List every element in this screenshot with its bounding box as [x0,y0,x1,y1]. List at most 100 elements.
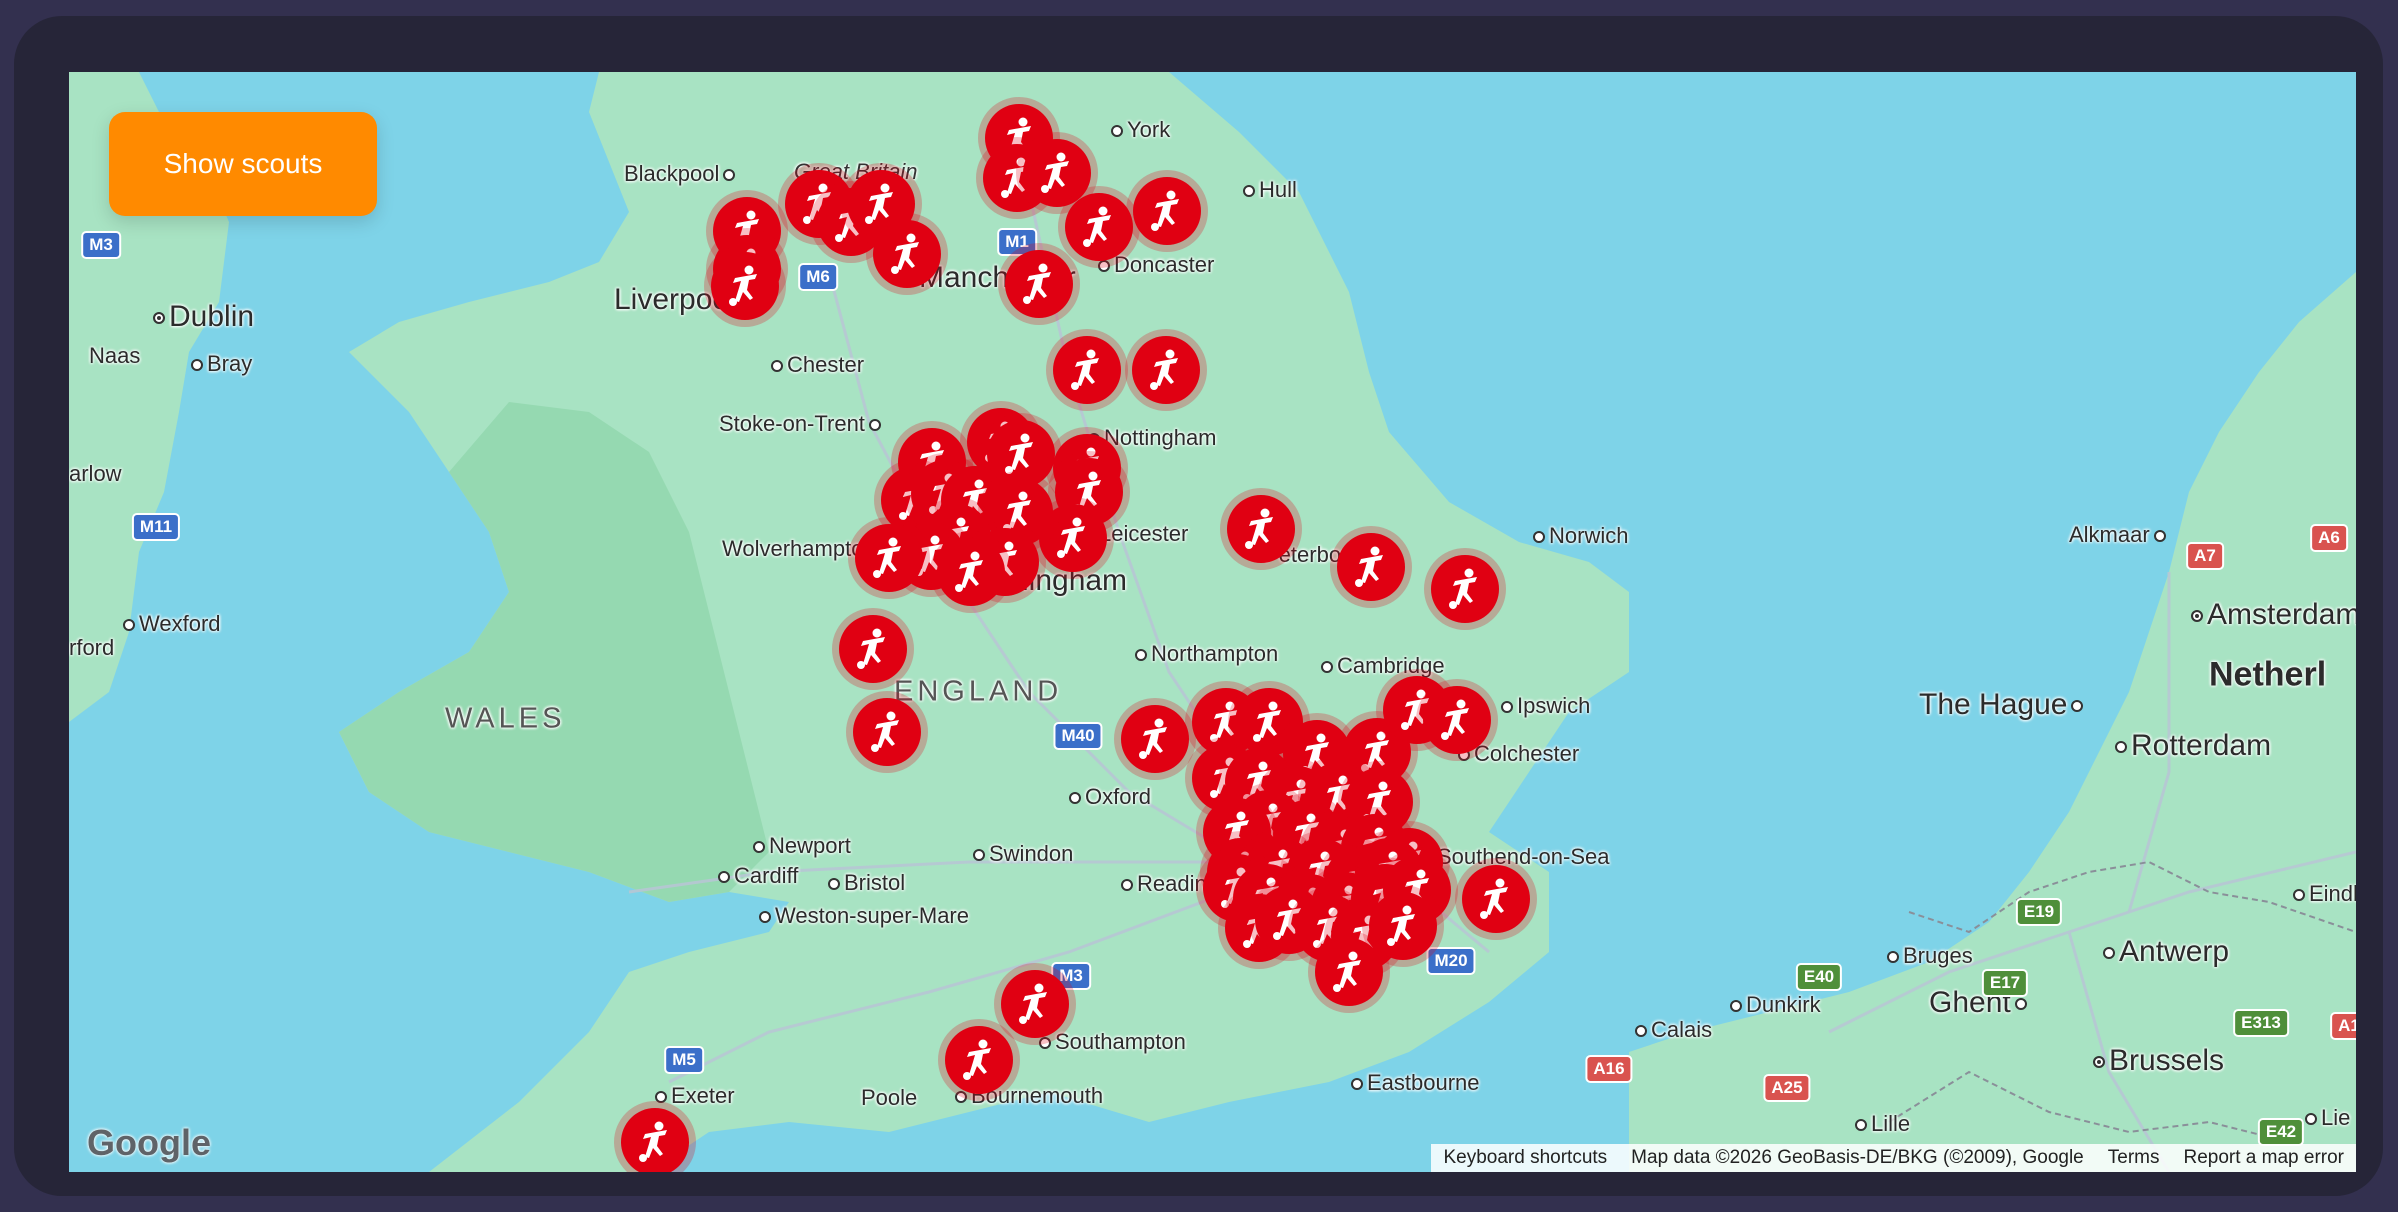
road-shield: E17 [1981,969,2029,997]
football-player-icon [1139,718,1167,759]
place-dot-icon [2153,530,2166,543]
player-marker[interactable] [1431,555,1499,623]
football-player-icon [1245,508,1273,549]
place-dot-icon [2293,889,2305,902]
place-dot-icon [718,871,730,884]
football-player-icon [857,628,885,669]
place-name: Naas [89,343,141,368]
player-marker[interactable] [1005,250,1073,318]
road-shield: A25 [1763,1074,1811,1102]
player-marker[interactable] [945,1026,1013,1094]
place-name: Cardiff [734,863,799,888]
place-dot-icon [771,360,783,373]
player-marker[interactable] [1133,177,1201,245]
place-label: Cambridge [1317,653,1445,679]
google-logo: Google [87,1122,211,1163]
place-label: Northampton [1131,641,1278,667]
player-marker[interactable] [1423,686,1491,754]
place-label: Alkmaar [2069,522,2170,548]
football-player-icon [1071,349,1099,390]
place-name: Ipswich [1517,693,1591,718]
place-name: Nottingham [1104,425,1217,450]
place-label: Blackpool [624,161,739,187]
place-name: rford [69,635,115,660]
place-label: Wexford [119,611,221,637]
road-shield: E19 [2015,898,2063,926]
place-label: Calais [1631,1017,1712,1043]
player-marker[interactable] [1227,495,1295,563]
player-marker[interactable] [1462,865,1530,933]
place-dot-icon [1887,951,1899,964]
place-label: arlow [69,461,122,487]
road-shield: M6 [798,263,838,291]
road-shield: E313 [2233,1009,2289,1037]
place-label: Norwich [1529,523,1628,549]
keyboard-shortcuts-link[interactable]: Keyboard shortcuts [1443,1147,1607,1169]
place-dot-icon [1501,701,1513,714]
place-name: Antwerp [2119,935,2230,968]
road-shield: M11 [131,513,181,541]
place-dot-icon [1321,661,1333,674]
place-name: Cambridge [1337,653,1445,678]
show-scouts-button[interactable]: Show scouts [109,112,377,216]
player-marker[interactable] [1065,193,1133,261]
road-shield: A1 [2330,1012,2356,1040]
place-dot-icon [723,169,736,182]
report-map-error-link[interactable]: Report a map error [2183,1147,2344,1169]
place-name: Blackpool [624,161,720,186]
place-label: Exeter [651,1083,735,1109]
place-name: Bray [207,351,253,376]
place-label: Antwerp [2099,935,2229,969]
player-marker[interactable] [1121,705,1189,773]
place-name: Southend-on-Sea [1437,844,1610,869]
place-label: Southampton [1035,1029,1186,1055]
place-name: Swindon [989,841,1074,866]
place-dot-icon [1855,1119,1867,1132]
place-dot-icon [868,419,881,432]
place-dot-icon [1135,649,1147,662]
player-marker[interactable] [1337,533,1405,601]
place-dot-icon [1635,1025,1647,1038]
map-view[interactable]: York Blackpool Great Britain Hull Doncaster D… [69,72,2356,1172]
place-dot-icon [655,1091,667,1104]
place-label: Wolverhampton [722,536,876,562]
place-name: Calais [1651,1017,1713,1042]
place-name: arlow [69,461,122,486]
place-label: Dunkirk [1726,992,1821,1018]
player-marker[interactable] [873,220,941,288]
player-marker[interactable] [711,252,779,320]
place-dot-icon [973,849,985,862]
road-shield: E40 [1795,963,1843,991]
football-player-icon [1449,568,1477,609]
player-marker[interactable] [937,538,1005,606]
place-name: Colchester [1474,741,1580,766]
player-marker[interactable] [1053,336,1121,404]
place-dot-icon [1098,260,1110,273]
football-player-icon [1005,433,1033,474]
place-name: Eindh [2309,881,2356,906]
player-marker[interactable] [621,1108,689,1172]
map-attribution-bar: Keyboard shortcuts Map data ©2026 GeoBasi… [1431,1144,2356,1172]
football-player-icon [1057,517,1085,558]
player-marker[interactable] [1369,892,1437,960]
player-marker[interactable] [839,615,907,683]
place-label: Netherl [2209,656,2326,695]
place-label: Lie [2301,1105,2350,1131]
football-player-icon [891,233,919,274]
place-dot-icon [955,1091,967,1104]
football-player-icon [639,1121,667,1162]
place-label: Ipswich [1497,693,1590,719]
place-name: Dublin [169,300,255,333]
player-marker[interactable] [853,698,921,766]
place-name: Brussels [2109,1044,2225,1077]
player-marker[interactable] [855,524,923,592]
place-label: Eastbourne [1347,1070,1480,1096]
football-player-icon [1355,546,1383,587]
place-label: Newport [749,833,851,859]
player-marker[interactable] [1315,938,1383,1006]
terms-link[interactable]: Terms [2108,1147,2160,1169]
player-marker[interactable] [1001,970,1069,1038]
place-name: Doncaster [1114,252,1215,277]
player-marker[interactable] [1132,336,1200,404]
road-shield: M3 [81,231,121,259]
